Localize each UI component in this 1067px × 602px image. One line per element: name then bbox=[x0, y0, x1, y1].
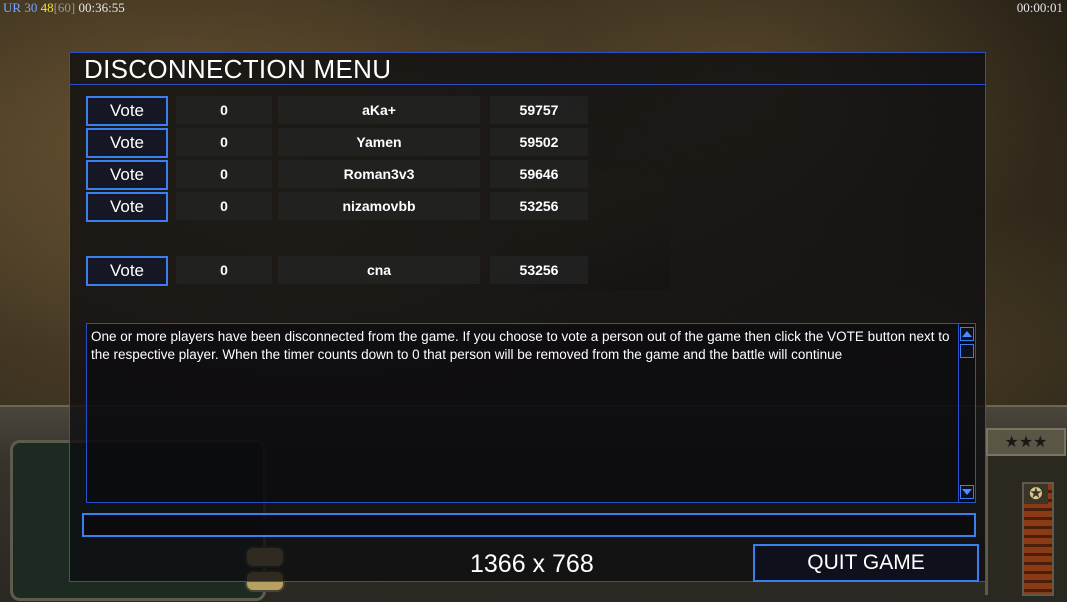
fps-current: 30 bbox=[24, 0, 38, 15]
scroll-down-arrow-icon[interactable] bbox=[960, 485, 974, 499]
player-name: cna bbox=[278, 256, 480, 284]
scroll-up-arrow-icon[interactable] bbox=[960, 327, 974, 341]
player-ping: 59502 bbox=[490, 128, 588, 156]
player-ping: 53256 bbox=[490, 192, 588, 220]
vote-count: 0 bbox=[176, 192, 272, 220]
resolution-label: 1366 x 768 bbox=[470, 550, 594, 578]
vote-button[interactable]: Vote bbox=[86, 96, 168, 126]
fps-label: UR bbox=[3, 0, 22, 15]
game-timer: 00:00:01 bbox=[1016, 0, 1063, 15]
message-scrollbar[interactable] bbox=[958, 324, 975, 502]
vote-count: 0 bbox=[176, 128, 272, 156]
vote-button[interactable]: Vote bbox=[86, 256, 168, 286]
player-name: nizamovbb bbox=[278, 192, 480, 220]
quit-game-button[interactable]: QUIT GAME bbox=[753, 544, 979, 582]
vote-count: 0 bbox=[176, 96, 272, 124]
fps-counter: UR 30 48[60] 00:36:55 bbox=[3, 0, 125, 16]
player-ping: 59757 bbox=[490, 96, 588, 124]
disconnection-dialog: DISCONNECTION MENU Vote 0 aKa+ 59757 Vot… bbox=[69, 52, 986, 582]
player-ping: 53256 bbox=[490, 256, 588, 284]
chat-input[interactable] bbox=[82, 513, 976, 537]
elapsed-time: 00:36:55 bbox=[78, 0, 125, 15]
vote-button[interactable]: Vote bbox=[86, 160, 168, 190]
player-ping: 59646 bbox=[490, 160, 588, 188]
vote-button[interactable]: Vote bbox=[86, 128, 168, 158]
rank-stars-icon: ★★★ bbox=[986, 428, 1066, 456]
message-box: One or more players have been disconnect… bbox=[86, 323, 976, 503]
fps-max: [60] bbox=[53, 0, 76, 15]
vote-button[interactable]: Vote bbox=[86, 192, 168, 222]
vote-count: 0 bbox=[176, 256, 272, 284]
fps-average: 48 bbox=[40, 0, 54, 15]
player-name: Yamen bbox=[278, 128, 480, 156]
scroll-thumb[interactable] bbox=[960, 344, 974, 358]
disconnect-message: One or more players have been disconnect… bbox=[91, 329, 950, 362]
dialog-title-bar: DISCONNECTION MENU bbox=[70, 53, 985, 85]
player-name: Roman3v3 bbox=[278, 160, 480, 188]
vote-count: 0 bbox=[176, 160, 272, 188]
general-star-icon: ✪ bbox=[1024, 484, 1048, 504]
player-name: aKa+ bbox=[278, 96, 480, 124]
dialog-title: DISCONNECTION MENU bbox=[84, 54, 392, 84]
